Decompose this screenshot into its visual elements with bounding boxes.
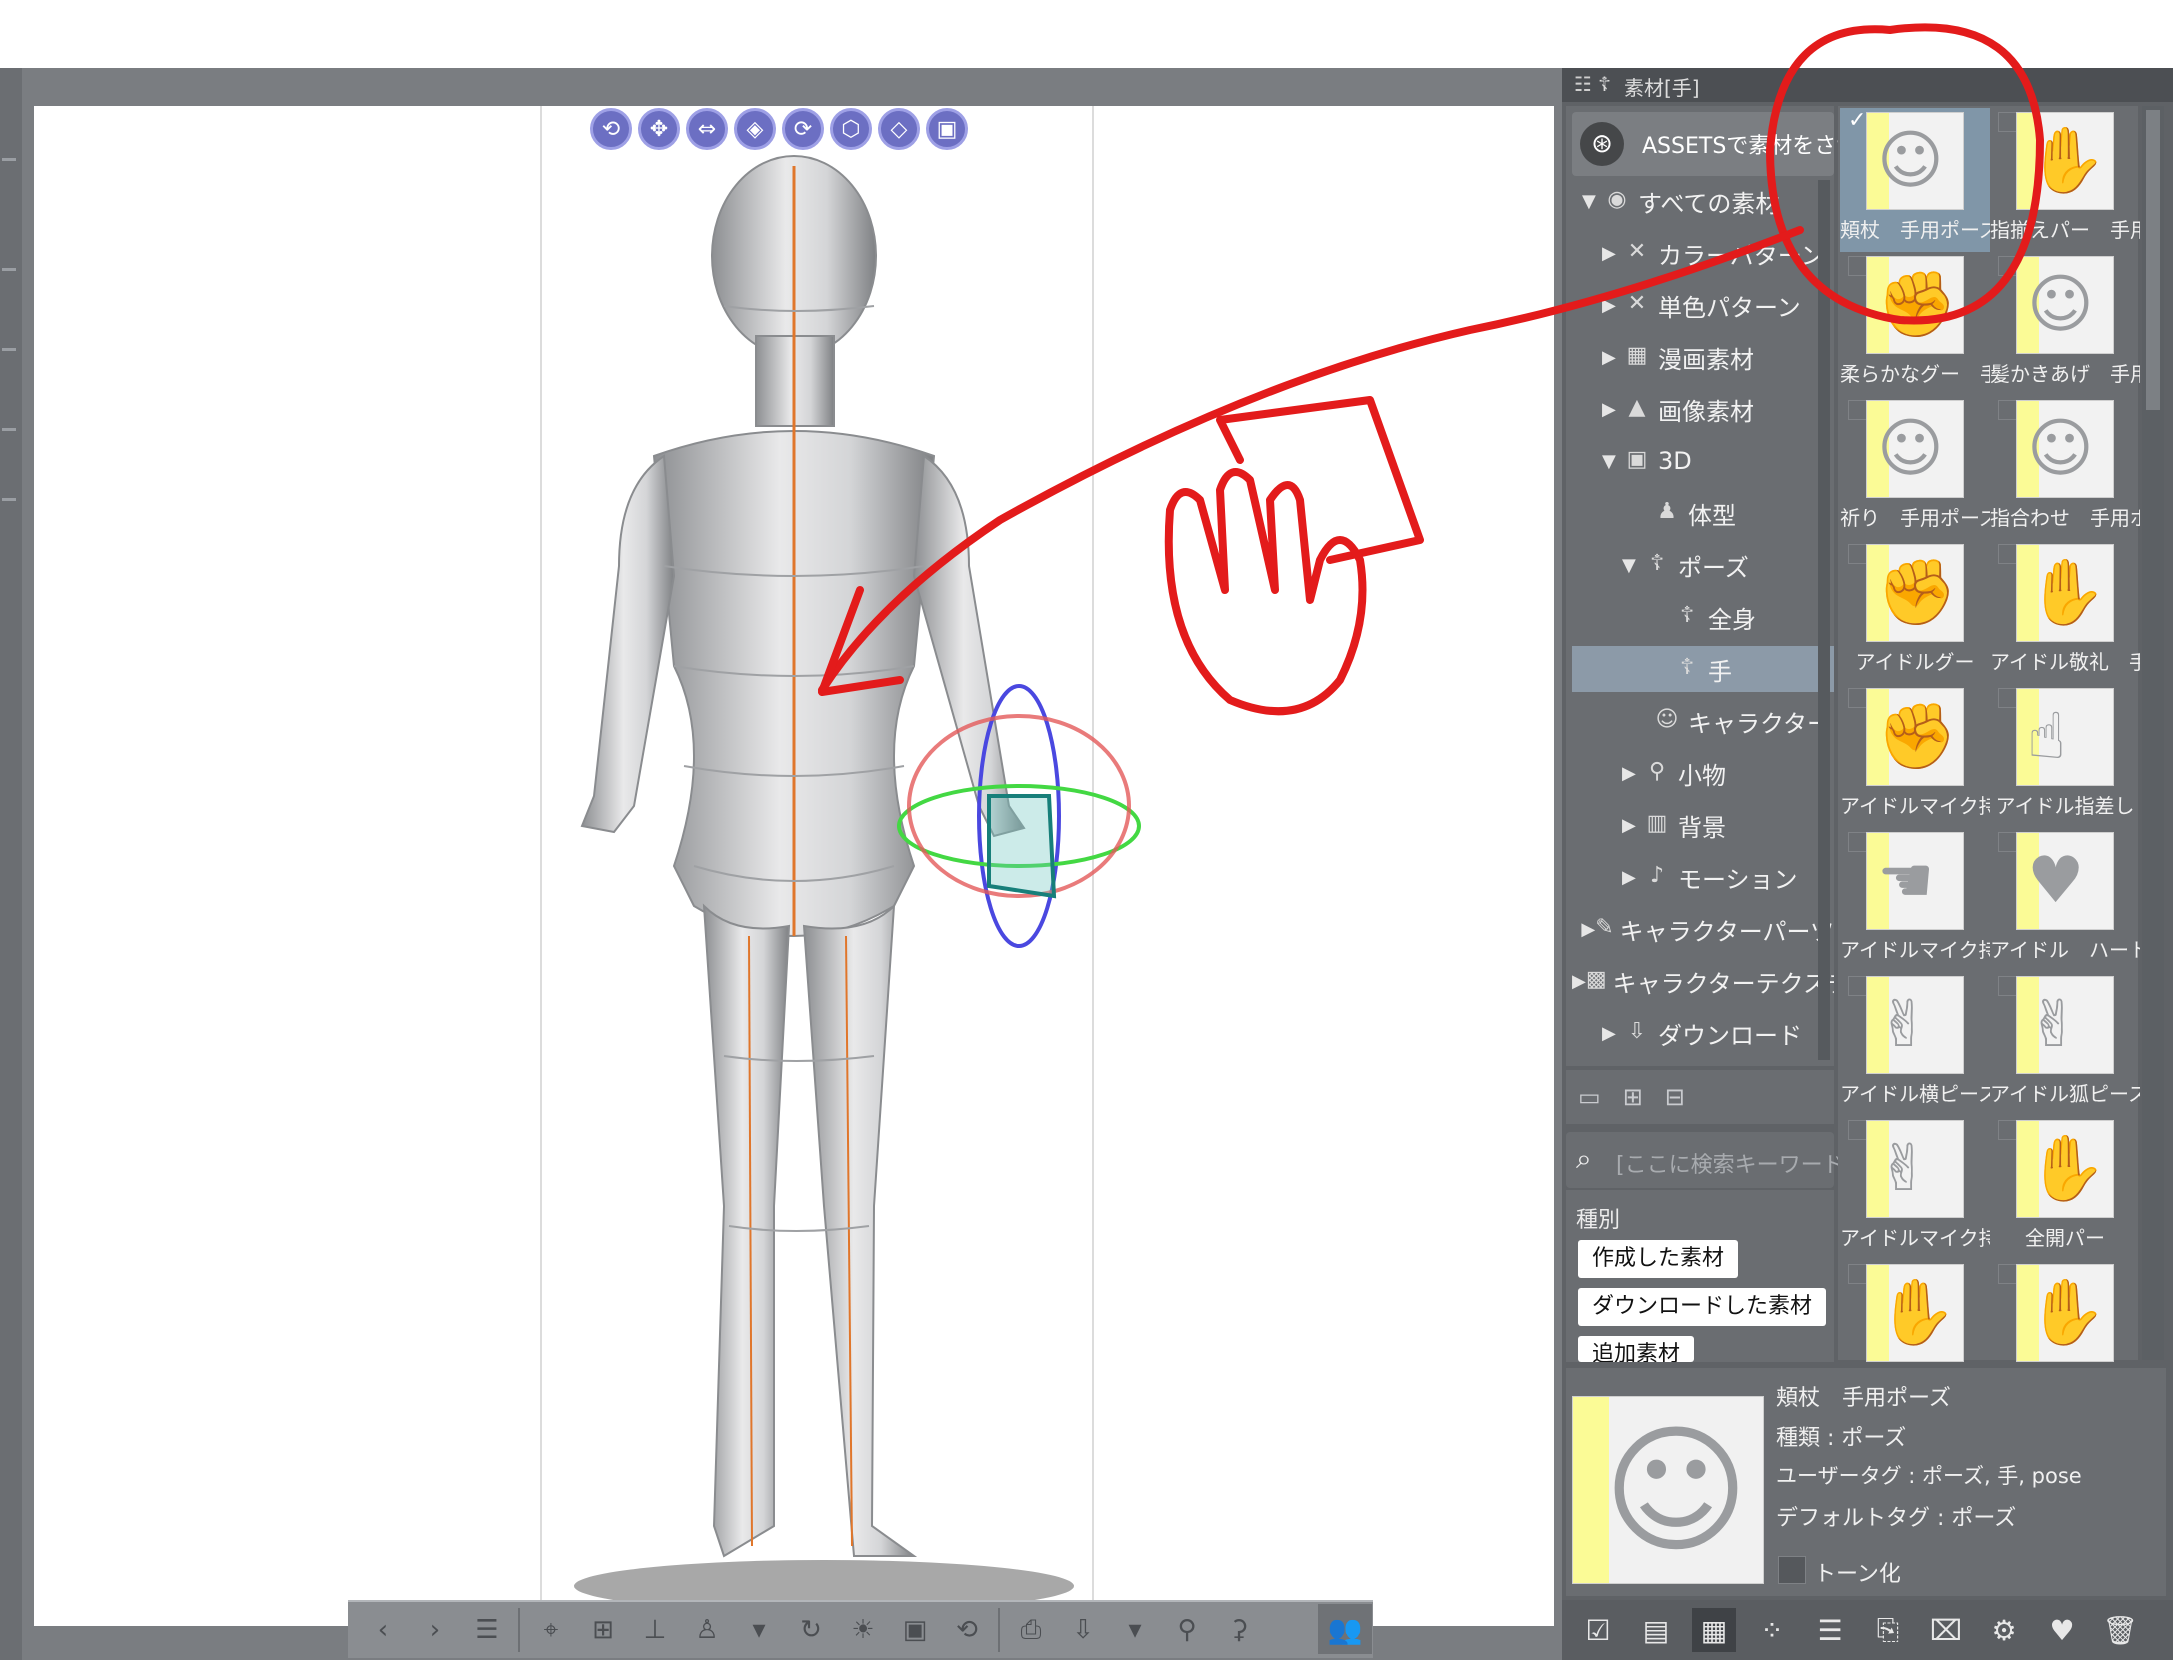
arrow-annotation xyxy=(818,226,1804,694)
circle-annotation xyxy=(1766,23,2044,325)
red-annotation-overlay xyxy=(818,23,2044,716)
hand-drawing-annotation xyxy=(1164,468,1367,716)
